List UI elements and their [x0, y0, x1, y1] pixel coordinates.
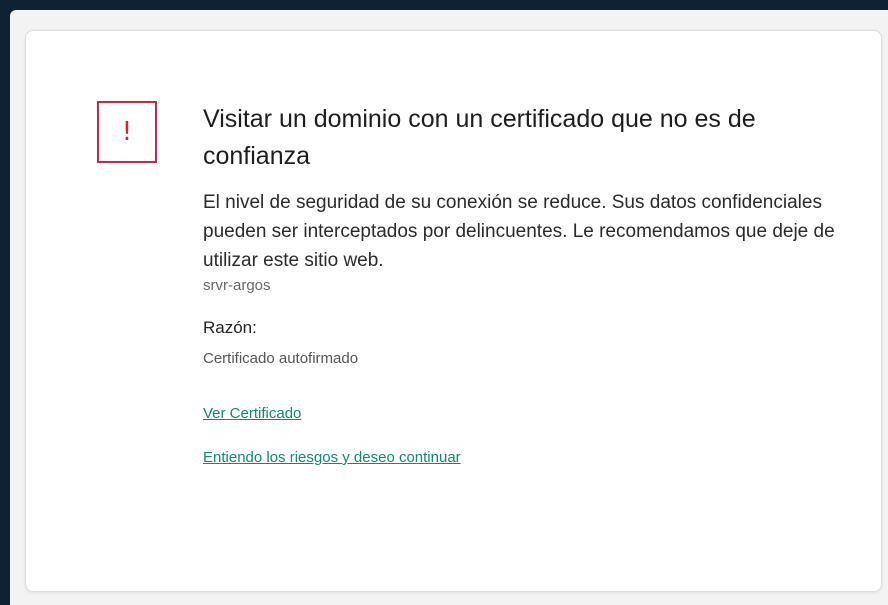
host-name: srvr-argos: [203, 277, 271, 294]
warning-content: Visitar un dominio con un certificado qu…: [203, 101, 843, 467]
page-title: Visitar un dominio con un certificado qu…: [203, 105, 756, 170]
warning-description: El nivel de seguridad de su conexión se …: [203, 192, 835, 271]
continue-anyway-link[interactable]: Entiendo los riesgos y deseo continuar: [203, 449, 461, 466]
page-background: ! Visitar un dominio con un certificado …: [10, 10, 888, 605]
warning-card: ! Visitar un dominio con un certificado …: [25, 30, 882, 592]
exclamation-icon: !: [97, 101, 157, 163]
reason-value: Certificado autofirmado: [203, 350, 359, 367]
exclamation-glyph: !: [121, 117, 133, 147]
reason-label: Razón:: [203, 318, 257, 337]
view-certificate-link[interactable]: Ver Certificado: [203, 405, 301, 422]
